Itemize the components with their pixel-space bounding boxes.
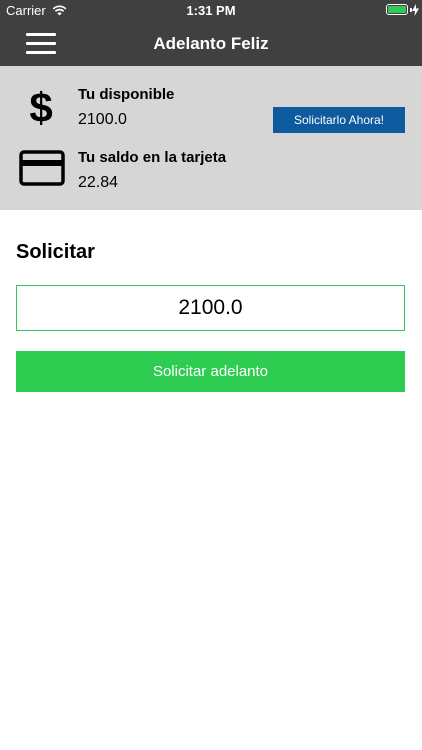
status-bar: Carrier 1:31 PM — [0, 0, 422, 22]
status-time: 1:31 PM — [186, 3, 236, 18]
card-balance-label: Tu saldo en la tarjeta — [78, 149, 227, 166]
request-advance-button[interactable]: Solicitar adelanto — [16, 351, 405, 392]
available-label: Tu disponible — [78, 86, 175, 103]
amount-input[interactable] — [16, 285, 405, 331]
charging-bolt-icon — [412, 4, 419, 16]
nav-title: Adelanto Feliz — [153, 34, 269, 53]
nav-bar: Adelanto Feliz — [0, 22, 422, 66]
dollar-icon: $ — [29, 84, 52, 128]
available-value: 2100.0 — [78, 111, 127, 128]
svg-text:$: $ — [29, 84, 52, 128]
card-balance-value: 22.84 — [78, 174, 119, 191]
request-heading: Solicitar — [16, 241, 95, 263]
battery-icon — [386, 4, 408, 15]
credit-card-icon — [19, 150, 65, 186]
request-now-button[interactable]: Solicitarlo Ahora! — [273, 107, 405, 133]
balance-summary-panel: $ Tu disponible 2100.0 Solicitarlo Ahora… — [0, 66, 422, 210]
